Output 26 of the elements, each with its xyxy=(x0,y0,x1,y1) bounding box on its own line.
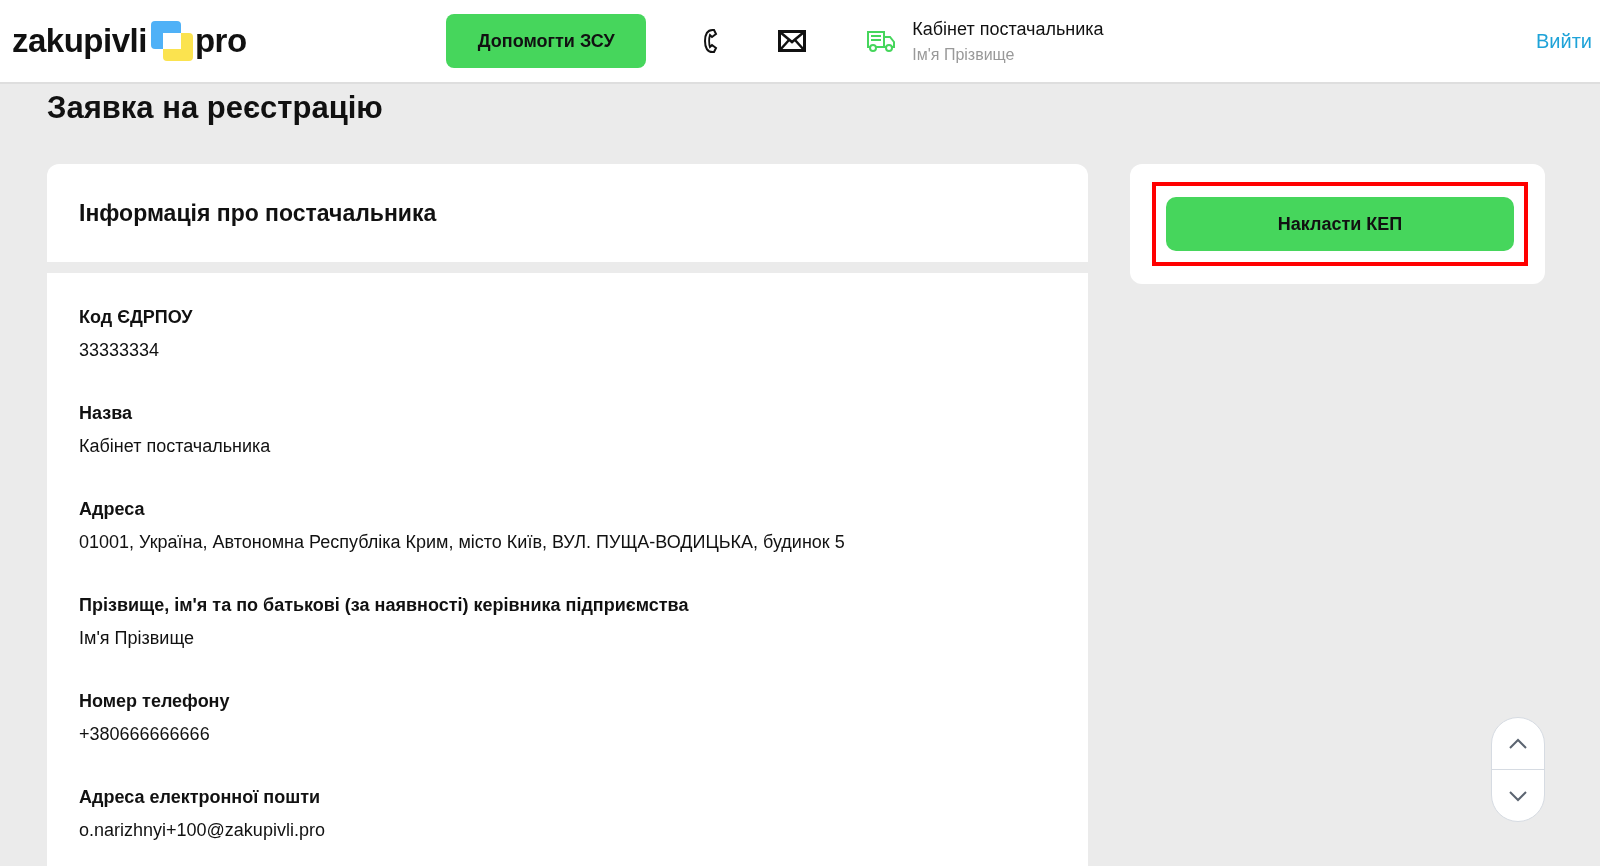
section-title: Інформація про постачальника xyxy=(79,199,437,227)
logo-text: zakupivli xyxy=(12,22,147,60)
chevron-down-icon xyxy=(1508,789,1528,802)
mail-icon[interactable] xyxy=(778,30,807,52)
field-value: Ім'я Прізвище xyxy=(79,628,195,649)
account-user-name: Ім'я Прізвище xyxy=(912,45,1016,64)
field-label: Адреса xyxy=(79,499,146,520)
field-label: Прізвище, ім'я та по батькові (за наявності) керівника підприємства xyxy=(79,595,690,616)
page-title: Заявка на реєстрацію xyxy=(47,90,384,126)
field-value: 01001, Україна, Автономна Республіка Крим, місто Київ, ВУЛ. ПУЩА-ВОДИЦЬКА, будинок 5 xyxy=(79,532,846,553)
field-value: +380666666666 xyxy=(79,724,211,745)
logo-squares-icon xyxy=(148,20,193,62)
sign-button[interactable]: Накласти КЕП xyxy=(1166,197,1514,251)
field-label: Код ЄДРПОУ xyxy=(79,307,194,328)
account-title: Кабінет постачальника xyxy=(912,18,1104,40)
donate-button[interactable]: Допомогти ЗСУ xyxy=(446,14,647,68)
logo-text: pro xyxy=(194,22,247,60)
field-label: Назва xyxy=(79,403,133,424)
chevron-up-icon xyxy=(1508,737,1528,750)
field-label: Адреса електронної пошти xyxy=(79,787,322,808)
field-label: Номер телефону xyxy=(79,691,231,712)
field-value: Кабінет постачальника xyxy=(79,436,272,457)
truck-icon xyxy=(866,29,897,53)
field-value: o.narizhnyi+100@zakupivli.pro xyxy=(79,820,326,841)
field-value: 33333334 xyxy=(79,340,161,361)
phone-icon[interactable] xyxy=(702,27,719,55)
